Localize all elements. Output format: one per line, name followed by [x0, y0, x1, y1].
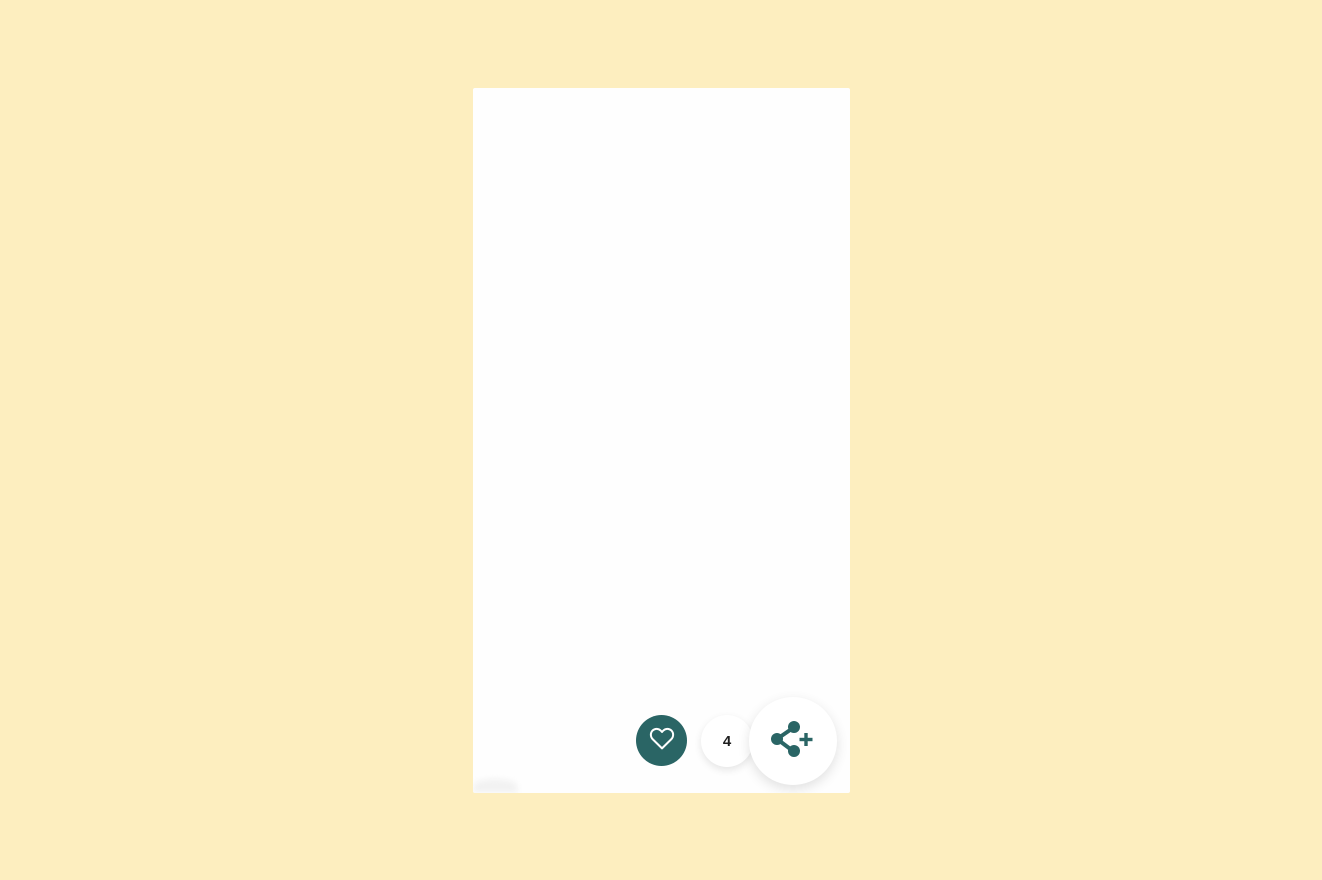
bottom-smudge [473, 779, 517, 793]
heart-outline-icon [647, 723, 677, 758]
like-button[interactable] [636, 715, 687, 766]
like-count: 4 [701, 715, 753, 767]
phone-screen: 4 [473, 88, 850, 793]
share-button[interactable] [749, 697, 837, 785]
share-plus-icon [767, 715, 819, 768]
